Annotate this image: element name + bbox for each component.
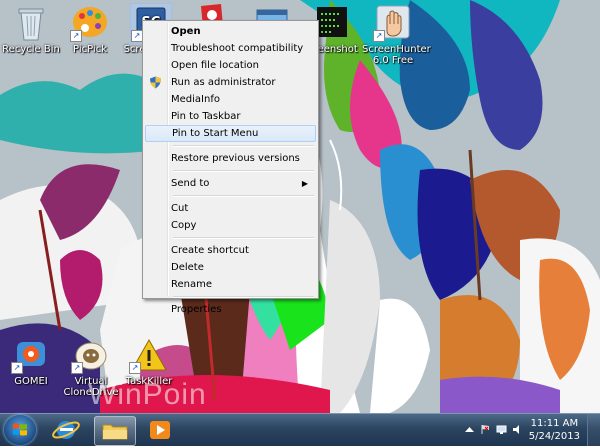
menu-item-run-as-administrator[interactable]: Run as administrator: [145, 74, 316, 91]
menu-item-label: Restore previous versions: [171, 153, 300, 164]
menu-item-label: Troubleshoot compatibility: [171, 43, 304, 54]
shortcut-arrow-icon: ↗: [129, 362, 141, 374]
taskbar-windows-explorer[interactable]: [94, 416, 136, 446]
system-tray: 11:11 AM 5/24/2013: [460, 414, 600, 446]
taskbar-internet-explorer[interactable]: [46, 416, 86, 444]
shortcut-arrow-icon: ↗: [373, 30, 385, 42]
shortcut-arrow-icon: ↗: [11, 362, 23, 374]
warning-icon: ↗: [129, 336, 169, 374]
menu-item-label: Pin to Taskbar: [171, 111, 241, 122]
menu-item-label: MediaInfo: [171, 94, 220, 105]
menu-item-delete[interactable]: Delete: [145, 259, 316, 276]
menu-item-rename[interactable]: Rename: [145, 276, 316, 293]
picpick-icon: ↗: [70, 4, 110, 42]
submenu-arrow-icon: ▶: [301, 179, 308, 188]
media-player-icon: [150, 421, 170, 439]
desktop[interactable]: Recycle Bin ↗ PicPick SC ↗ Screen G...: [0, 0, 600, 413]
folder-icon: [102, 424, 128, 440]
menu-item-pin-to-taskbar[interactable]: Pin to Taskbar: [145, 108, 316, 125]
menu-separator: [173, 195, 314, 197]
start-button[interactable]: [4, 415, 36, 445]
menu-item-properties[interactable]: Properties: [145, 301, 316, 318]
menu-item-label: Rename: [171, 279, 213, 290]
desktop-icon-recycle-bin[interactable]: Recycle Bin: [0, 4, 62, 55]
menu-item-send-to[interactable]: Send to ▶: [145, 175, 316, 192]
menu-item-label: Properties: [171, 304, 222, 315]
menu-item-restore-previous-versions[interactable]: Restore previous versions: [145, 150, 316, 167]
menu-item-open-file-location[interactable]: Open file location: [145, 57, 316, 74]
desktop-icon-gomei[interactable]: ↗ GOMEI: [0, 336, 62, 387]
shortcut-arrow-icon: ↗: [70, 30, 82, 42]
desktop-icon-label: PicPick: [73, 44, 107, 55]
gomei-icon: ↗: [11, 336, 51, 374]
menu-item-label: Delete: [171, 262, 204, 273]
shortcut-arrow-icon: ↗: [71, 362, 83, 374]
windows-logo-icon: [13, 423, 27, 436]
internet-explorer-icon: [52, 421, 80, 439]
volume-icon[interactable]: [512, 424, 523, 435]
menu-item-troubleshoot-compatibility[interactable]: Troubleshoot compatibility: [145, 40, 316, 57]
desktop-icon-label: ScreenHunter 6.0 Free: [362, 44, 431, 66]
desktop-icon-label: GOMEI: [14, 376, 48, 387]
hand-pointer-icon: ↗: [373, 4, 413, 42]
desktop-icon-label: Recycle Bin: [2, 44, 60, 55]
taskbar-media-player[interactable]: [140, 416, 180, 444]
action-center-flag-icon[interactable]: [480, 424, 491, 435]
menu-separator: [173, 170, 314, 172]
menu-item-label: Create shortcut: [171, 245, 249, 256]
desktop-icon-screenhunter[interactable]: ↗ ScreenHunter 6.0 Free: [362, 4, 431, 66]
menu-item-label: Run as administrator: [171, 77, 276, 88]
context-menu: Open Troubleshoot compatibility Open fil…: [142, 20, 319, 315]
uac-shield-icon: [150, 76, 161, 89]
network-icon[interactable]: [496, 424, 507, 435]
clock-time: 11:11 AM: [530, 418, 579, 429]
clock[interactable]: 11:11 AM 5/24/2013: [529, 417, 580, 443]
recycle-bin-icon: [11, 4, 51, 42]
menu-separator: [173, 237, 314, 239]
watermark: WinPoin: [88, 378, 207, 411]
menu-item-label: Pin to Start Menu: [172, 128, 259, 139]
menu-item-label: Copy: [171, 220, 197, 231]
sheep-icon: ↗: [71, 336, 111, 374]
menu-item-label: Open: [171, 26, 201, 37]
menu-item-mediainfo[interactable]: MediaInfo: [145, 91, 316, 108]
menu-separator: [173, 296, 314, 298]
show-hidden-icons-icon[interactable]: [464, 424, 475, 435]
taskbar: 11:11 AM 5/24/2013: [0, 413, 600, 446]
menu-item-label: Cut: [171, 203, 189, 214]
menu-item-label: Open file location: [171, 60, 259, 71]
menu-separator: [173, 145, 314, 147]
menu-item-open[interactable]: Open: [145, 23, 316, 40]
show-desktop-button[interactable]: [587, 414, 600, 446]
menu-item-label: Send to: [171, 178, 210, 189]
menu-item-copy[interactable]: Copy: [145, 217, 316, 234]
menu-item-create-shortcut[interactable]: Create shortcut: [145, 242, 316, 259]
desktop-icon-picpick[interactable]: ↗ PicPick: [59, 4, 121, 55]
menu-item-cut[interactable]: Cut: [145, 200, 316, 217]
clock-date: 5/24/2013: [528, 431, 580, 442]
menu-item-pin-to-start-menu[interactable]: Pin to Start Menu: [145, 125, 316, 142]
